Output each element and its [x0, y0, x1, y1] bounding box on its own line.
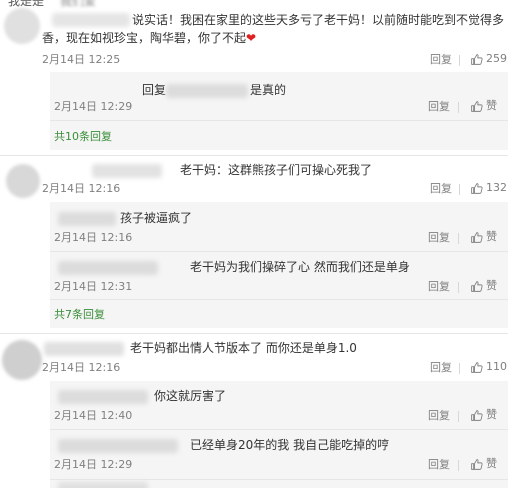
- like-label: 赞: [486, 230, 497, 243]
- like-button[interactable]: 132: [470, 181, 507, 195]
- thumbs-up-icon: [470, 361, 483, 374]
- reply-username-blurred[interactable]: [58, 261, 158, 275]
- divider: [50, 299, 508, 300]
- thumbs-up-icon: [470, 458, 483, 471]
- comment-text: 老干妈都出情人节版本了 而你还是单身1.0: [130, 341, 357, 355]
- comment-date: 2月14日 12:16: [42, 361, 121, 374]
- reply-button[interactable]: 回复: [430, 182, 452, 196]
- divider: [50, 479, 508, 480]
- thumbs-up-icon: [470, 182, 483, 195]
- username-blurred[interactable]: [92, 164, 162, 178]
- reply-text: 老干妈为我们操碎了心 然而我们还是单身: [190, 260, 410, 274]
- top-partial-row: 我是是 我们爱: [0, 0, 508, 8]
- reply-button[interactable]: 回复: [430, 361, 452, 375]
- reply-username-blurred[interactable]: [58, 212, 116, 226]
- reply-date: 2月14日 12:29: [54, 458, 133, 471]
- like-button[interactable]: 赞: [470, 230, 497, 244]
- like-button[interactable]: 赞: [470, 99, 497, 113]
- reply-username-blurred[interactable]: [166, 84, 248, 98]
- username-blurred[interactable]: [52, 13, 130, 27]
- reply-button[interactable]: 回复: [428, 458, 450, 472]
- reply-text: 已经单身20年的我 我自己能吃掉的哼: [190, 438, 390, 452]
- reply-section: 你这就厉害了 2月14日 12:40 回复 赞 已经单身20年的我 我自己能吃掉…: [50, 381, 508, 488]
- reply-username-blurred[interactable]: [58, 482, 148, 488]
- divider: [459, 55, 460, 66]
- thumbs-up-icon: [470, 231, 483, 244]
- username-blurred[interactable]: [44, 342, 124, 356]
- reply-date: 2月14日 12:29: [54, 100, 133, 113]
- divider: [458, 411, 459, 422]
- reply-username-blurred[interactable]: [58, 390, 148, 404]
- like-button[interactable]: 赞: [470, 279, 497, 293]
- reply-date: 2月14日 12:40: [54, 409, 133, 422]
- avatar[interactable]: [2, 340, 42, 380]
- divider: [459, 363, 460, 374]
- reply-button[interactable]: 回复: [428, 100, 450, 114]
- avatar[interactable]: [4, 8, 40, 44]
- reply-section: 回复 是真的 2月14日 12:29 回复 赞 共10条回复: [50, 72, 508, 150]
- divider: [458, 233, 459, 244]
- divider: [458, 102, 459, 113]
- reply-item: 回复 是真的 2月14日 12:29 回复 赞: [50, 72, 508, 120]
- heart-icon: ❤: [246, 31, 257, 45]
- comment-date: 2月14日 12:25: [42, 53, 121, 66]
- divider: [50, 120, 508, 121]
- like-label: 赞: [486, 99, 497, 112]
- reply-button[interactable]: 回复: [430, 53, 452, 67]
- reply-date: 2月14日 12:16: [54, 231, 133, 244]
- reply-item: 已经单身20年的我 我自己能吃掉的哼 2月14日 12:29 回复 赞: [50, 430, 508, 478]
- reply-text: 孩子被逼疯了: [120, 211, 193, 225]
- like-count: 132: [486, 181, 507, 194]
- comment-text-continued: 香，现在如视珍宝，陶华碧，你了不起❤: [42, 31, 257, 45]
- top-partial-handle: 我们爱: [60, 0, 97, 8]
- divider: [458, 460, 459, 471]
- reply-text: 你这就厉害了: [154, 389, 227, 403]
- reply-date: 2月14日 12:31: [54, 280, 133, 293]
- like-button[interactable]: 赞: [470, 408, 497, 422]
- like-button[interactable]: 259: [470, 52, 507, 66]
- reply-item: 你这就厉害了 2月14日 12:40 回复 赞: [50, 381, 508, 429]
- comment-text: 老干妈：这群熊孩子们可操心死我了: [180, 163, 373, 177]
- comment-text: 说实话！我困在家里的这些天多亏了老干妈！以前随时能吃到不觉得多: [132, 13, 505, 27]
- thumbs-up-icon: [470, 53, 483, 66]
- comment-divider: [0, 333, 508, 334]
- like-button[interactable]: 赞: [470, 457, 497, 471]
- divider: [459, 184, 460, 195]
- avatar[interactable]: [6, 164, 40, 198]
- divider: [458, 282, 459, 293]
- like-label: 赞: [486, 408, 497, 421]
- comment-divider: [0, 155, 508, 156]
- thumbs-up-icon: [470, 100, 483, 113]
- more-replies-link[interactable]: 共7条回复: [54, 308, 105, 322]
- reply-section: 孩子被逼疯了 2月14日 12:16 回复 赞 老干妈为我们操碎了心 然而我们还…: [50, 202, 508, 328]
- like-button[interactable]: 110: [470, 360, 507, 374]
- like-count: 259: [486, 52, 507, 65]
- comment-date: 2月14日 12:16: [42, 182, 121, 195]
- like-label: 赞: [486, 457, 497, 470]
- thumbs-up-icon: [470, 280, 483, 293]
- thumbs-up-icon: [470, 409, 483, 422]
- more-replies-link[interactable]: 共10条回复: [54, 130, 112, 144]
- reply-item: 孩子被逼疯了 2月14日 12:16 回复 赞: [50, 202, 508, 250]
- reply-username-blurred[interactable]: [58, 439, 178, 453]
- reply-prefix: 回复: [142, 83, 167, 97]
- like-count: 110: [486, 360, 507, 373]
- like-label: 赞: [486, 279, 497, 292]
- reply-text: 是真的: [250, 83, 287, 97]
- reply-button[interactable]: 回复: [428, 409, 450, 423]
- reply-button[interactable]: 回复: [428, 231, 450, 245]
- reply-item: 老干妈为我们操碎了心 然而我们还是单身 2月14日 12:31 回复 赞: [50, 252, 508, 300]
- reply-button[interactable]: 回复: [428, 280, 450, 294]
